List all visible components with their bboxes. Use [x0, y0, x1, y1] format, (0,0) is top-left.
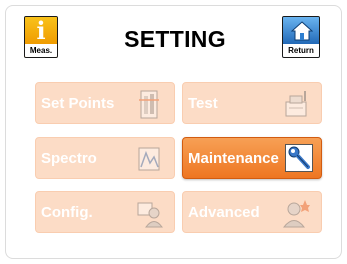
printer-tool-icon [281, 88, 311, 120]
config-button[interactable]: Config. [35, 191, 175, 233]
meas-button-label: Meas. [25, 44, 57, 57]
test-button[interactable]: Test [182, 82, 322, 124]
maintenance-label: Maintenance [188, 150, 279, 167]
return-button[interactable]: Return [282, 16, 320, 58]
wrench-icon [285, 144, 313, 172]
info-icon: i [25, 17, 57, 45]
user-config-icon [134, 197, 164, 229]
user-star-icon [281, 197, 311, 229]
spectro-label: Spectro [41, 150, 97, 167]
spectrum-chart-icon [134, 143, 164, 175]
set-points-button[interactable]: Set Points [35, 82, 175, 124]
advanced-label: Advanced [188, 204, 260, 221]
return-button-label: Return [283, 44, 319, 57]
maintenance-button[interactable]: Maintenance [182, 137, 322, 179]
config-label: Config. [41, 204, 93, 221]
meas-button[interactable]: i Meas. [24, 16, 58, 58]
page-title: SETTING [124, 26, 226, 52]
spectro-button[interactable]: Spectro [35, 137, 175, 179]
advanced-button[interactable]: Advanced [182, 191, 322, 233]
home-icon [283, 17, 319, 45]
test-label: Test [188, 95, 218, 112]
set-points-label: Set Points [41, 95, 115, 112]
tower-levels-icon [134, 88, 164, 120]
